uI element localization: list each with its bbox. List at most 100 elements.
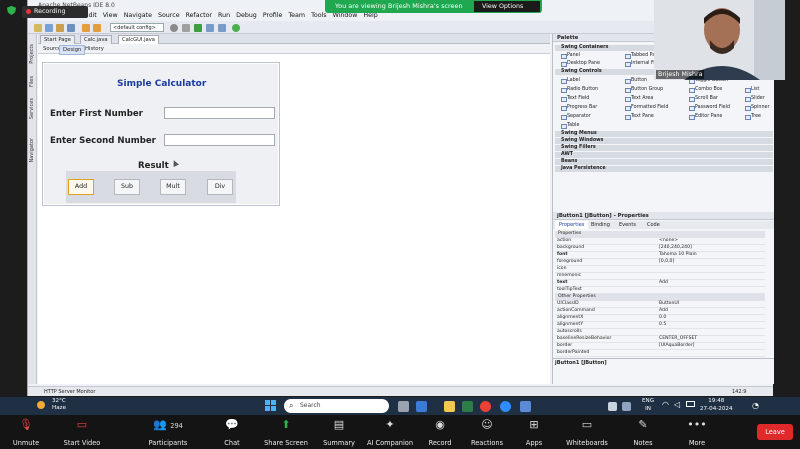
more-button[interactable]: ••• More (667, 418, 727, 447)
palette-text-area[interactable]: Text Area (625, 95, 653, 102)
first-number-field[interactable] (164, 107, 275, 119)
tab-calc-java[interactable]: Calc.java (80, 35, 112, 44)
prop-value[interactable]: Add (659, 280, 668, 287)
save-all-icon[interactable] (67, 24, 75, 32)
wifi-icon[interactable]: ◠ (662, 400, 669, 409)
palette-spinner[interactable]: Spinner (745, 104, 769, 111)
prop-value[interactable]: 0.0 (659, 315, 666, 322)
prop-row[interactable]: font Tahoma 10 Plain (555, 252, 765, 259)
div-button[interactable]: Div (207, 179, 233, 195)
calculator-title[interactable]: Simple Calculator (117, 79, 206, 89)
menu-debug[interactable]: Debug (236, 11, 257, 21)
palette-combo-box[interactable]: Combo Box (689, 86, 722, 93)
prop-row[interactable]: action <none> (555, 238, 765, 245)
palette-formatted-field[interactable]: Formatted Field (625, 104, 668, 111)
chrome-icon[interactable] (480, 401, 491, 412)
prop-row[interactable]: alignmentX 0.0 (555, 315, 765, 322)
category-swing-menus[interactable]: Swing Menus (555, 131, 773, 137)
tray-icon[interactable] (608, 402, 617, 411)
profile-icon[interactable] (218, 24, 226, 32)
config-select[interactable]: <default config> (110, 23, 164, 32)
tab-binding[interactable]: Binding (587, 221, 614, 229)
language-indicator[interactable]: ENG IN (642, 398, 654, 413)
redo-icon[interactable] (93, 24, 101, 32)
prop-row[interactable]: borderPainted (555, 350, 765, 357)
palette-tree[interactable]: Tree (745, 113, 761, 120)
palette-label[interactable]: Label (561, 77, 580, 84)
prop-row[interactable]: alignmentY 0.5 (555, 322, 765, 329)
palette-password-field[interactable]: Password Field (689, 104, 730, 111)
side-tab-navigator[interactable]: Navigator (29, 138, 35, 162)
prop-value[interactable]: ButtonUI (659, 301, 679, 308)
windows-start-icon[interactable] (265, 400, 276, 411)
menu-team[interactable]: Team (288, 11, 305, 21)
prop-row[interactable]: foreground [0,0,0] (555, 259, 765, 266)
add-button[interactable]: Add (68, 179, 94, 195)
prop-row[interactable]: border [UIAquaBorder] (555, 343, 765, 350)
menu-profile[interactable]: Profile (263, 11, 283, 21)
prop-row[interactable]: toolTipText (555, 287, 765, 294)
side-tab-projects[interactable]: Projects (29, 44, 35, 64)
palette-scroll-bar[interactable]: Scroll Bar (689, 95, 718, 102)
palette-desktop-pane[interactable]: Desktop Pane (561, 60, 600, 67)
start-video-button[interactable]: ▭ Start Video (52, 418, 112, 447)
onedrive-icon[interactable] (622, 402, 631, 411)
tab-start-page[interactable]: Start Page (40, 35, 75, 44)
menu-run[interactable]: Run (218, 11, 230, 21)
prop-value[interactable]: <none> (659, 238, 678, 245)
first-number-label[interactable]: Enter First Number (50, 109, 143, 119)
palette-progress-bar[interactable]: Progress Bar (561, 104, 597, 111)
category-swing-windows[interactable]: Swing Windows (555, 138, 773, 144)
result-label[interactable]: Result (138, 161, 169, 171)
palette-editor-pane[interactable]: Editor Pane (689, 113, 722, 120)
gc-icon[interactable] (232, 24, 240, 32)
palette-button-group[interactable]: Button Group (625, 86, 663, 93)
subtab-history[interactable]: History (82, 45, 107, 53)
palette-radio-button[interactable]: Radio Button (561, 86, 598, 93)
prop-value[interactable]: [0,0,0] (659, 259, 674, 266)
palette-text-pane[interactable]: Text Pane (625, 113, 654, 120)
palette-separator[interactable]: Separator (561, 113, 591, 120)
participants-button[interactable]: 👥 294 Participants (138, 418, 198, 447)
leave-button[interactable]: Leave (757, 424, 793, 440)
new-file-icon[interactable] (45, 24, 53, 32)
palette-table[interactable]: Table (561, 122, 579, 129)
new-project-icon[interactable] (34, 24, 42, 32)
clean-build-icon[interactable] (182, 24, 190, 32)
apps-button[interactable]: ⊞ Apps (504, 418, 564, 447)
chat-button[interactable]: 💬 Chat (202, 418, 262, 447)
palette-list[interactable]: List (745, 86, 759, 93)
second-number-label[interactable]: Enter Second Number (50, 136, 156, 146)
menu-source[interactable]: Source (158, 11, 180, 21)
side-tab-services[interactable]: Services (29, 98, 35, 119)
palette-text-field[interactable]: Text Field (561, 95, 589, 102)
category-awt[interactable]: AWT (555, 152, 773, 158)
tab-code[interactable]: Code (643, 221, 664, 229)
prop-row[interactable]: icon (555, 266, 765, 273)
taskbar-clock[interactable]: 19:48 27-04-2024 (700, 398, 733, 413)
share-screen-button[interactable]: ⬆ Share Screen (256, 418, 316, 447)
menu-navigate[interactable]: Navigate (124, 11, 152, 21)
category-java-persistence[interactable]: Java Persistence (555, 166, 773, 172)
side-tab-files[interactable]: Files (29, 76, 35, 87)
sub-button[interactable]: Sub (114, 179, 140, 195)
mult-button[interactable]: Mult (160, 179, 186, 195)
other-properties-section[interactable]: Other Properties (555, 294, 765, 301)
open-project-icon[interactable] (56, 24, 64, 32)
category-swing-fillers[interactable]: Swing Fillers (555, 145, 773, 151)
recording-indicator[interactable]: Recording (22, 6, 88, 18)
prop-value[interactable]: 0.5 (659, 322, 666, 329)
file-explorer-icon[interactable] (444, 401, 455, 412)
zoom-app-icon[interactable] (500, 401, 511, 412)
prop-row[interactable]: baselineResizeBehavior CENTER_OFFSET (555, 336, 765, 343)
presenter-video[interactable]: Brijesh Mishra (654, 0, 785, 80)
volume-icon[interactable]: ◁ (674, 400, 680, 409)
undo-icon[interactable] (82, 24, 90, 32)
menu-view[interactable]: View (103, 11, 118, 21)
notes-button[interactable]: ✎ Notes (613, 418, 673, 447)
whiteboards-button[interactable]: ▭ Whiteboards (557, 418, 617, 447)
prop-row[interactable]: mnemonic (555, 273, 765, 280)
unmute-button[interactable]: 🎙 Unmute (0, 418, 56, 447)
build-icon[interactable] (170, 24, 178, 32)
prop-value[interactable]: CENTER_OFFSET (659, 336, 697, 343)
